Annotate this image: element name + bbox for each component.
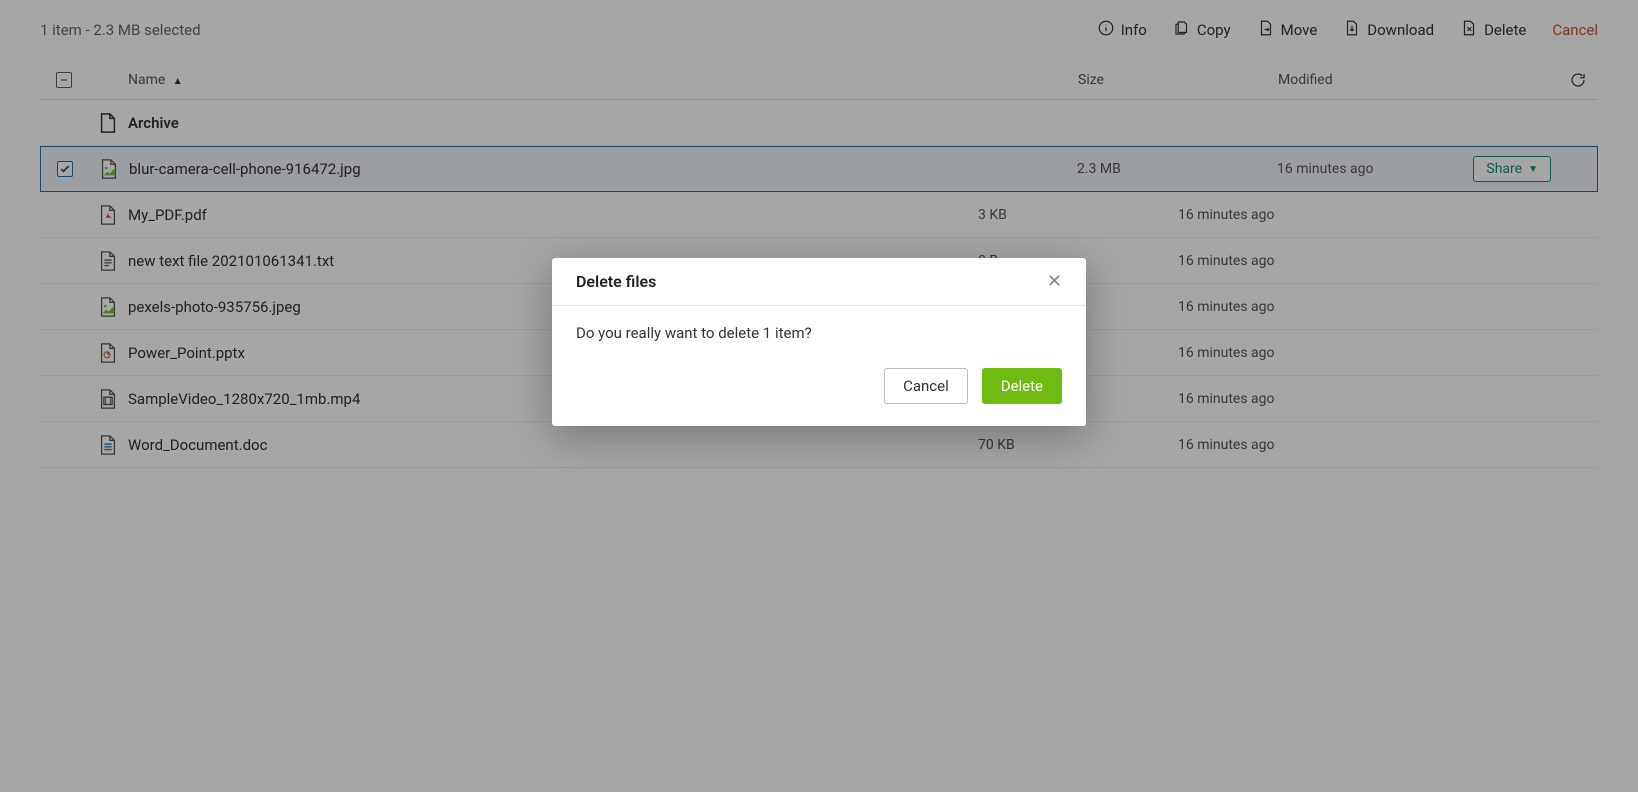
file-manager-page: 1 item - 2.3 MB selected Info Copy Move	[0, 0, 1638, 792]
modal-delete-button[interactable]: Delete	[982, 368, 1062, 404]
delete-confirmation-modal: Delete files ✕ Do you really want to del…	[552, 258, 1086, 426]
close-icon[interactable]: ✕	[1047, 273, 1062, 291]
modal-message: Do you really want to delete 1 item?	[576, 324, 812, 342]
modal-overlay[interactable]: Delete files ✕ Do you really want to del…	[0, 0, 1638, 792]
modal-title: Delete files	[576, 272, 656, 291]
modal-cancel-button[interactable]: Cancel	[884, 368, 968, 404]
